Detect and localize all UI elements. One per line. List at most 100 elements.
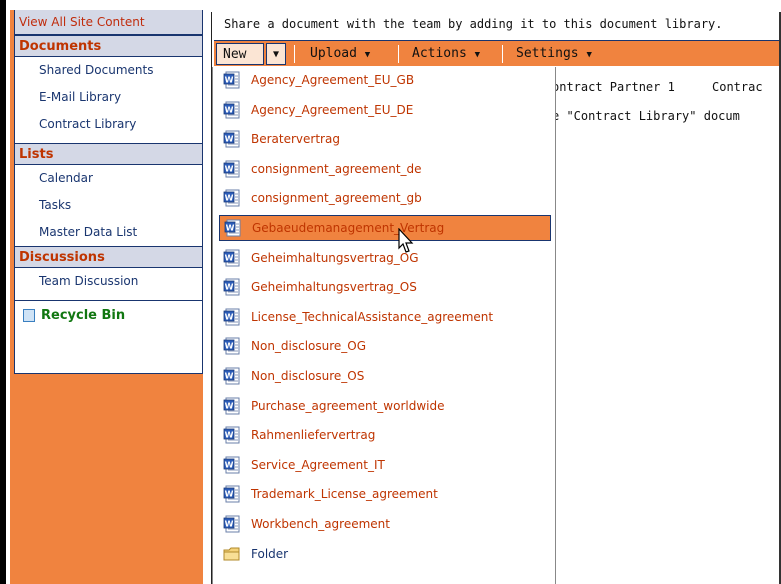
- menu-item-agency-agreement-eu-gb[interactable]: W Agency_Agreement_EU_GB: [219, 67, 551, 93]
- menu-item-label: Beratervertrag: [251, 132, 340, 147]
- svg-text:W: W: [225, 253, 234, 262]
- actions-label: Actions: [412, 46, 467, 61]
- menu-item-label: Workbench_agreement: [251, 517, 390, 531]
- new-button[interactable]: New: [216, 43, 264, 65]
- svg-text:W: W: [225, 342, 234, 351]
- menu-item-label: Agency_Agreement_EU_GB: [251, 73, 415, 87]
- menu-item-non-disclosure-og[interactable]: W Non_disclosure_OG: [219, 333, 551, 359]
- menu-item-geheimhaltungsvertrag-os[interactable]: W Geheimhaltungsvertrag_OS: [219, 274, 551, 300]
- word-document-icon: W: [223, 367, 241, 385]
- menu-item-label: Non_disclosure_OG: [251, 339, 367, 354]
- menu-item-workbench-agreement[interactable]: W Workbench_agreement: [219, 511, 551, 537]
- word-document-icon: W: [223, 101, 241, 119]
- menu-item-trademark-license-agreement[interactable]: W Trademark_License_agreement: [219, 481, 551, 507]
- toolbar-divider: [294, 45, 295, 63]
- word-document-icon: W: [223, 426, 241, 444]
- chevron-down-icon: ▼: [586, 50, 592, 60]
- view-all-site-content-link[interactable]: View All Site Content: [15, 10, 202, 35]
- menu-item-label: consignment_agreement_de: [251, 161, 422, 176]
- menu-item-label: Rahmenliefervertrag: [251, 428, 376, 443]
- column-header-contract[interactable]: Contrac: [712, 80, 763, 94]
- svg-text:W: W: [226, 224, 235, 233]
- menu-item-label: Trademark_License_agreement: [251, 487, 438, 502]
- quick-launch: View All Site Content Documents Shared D…: [14, 10, 203, 374]
- menu-item-consignment-agreement-de[interactable]: Wconsignment_agreement_de: [219, 156, 551, 182]
- settings-menu[interactable]: Settings ▼: [516, 43, 592, 65]
- menu-item-label: Geheimhaltungsvertrag_OG: [251, 250, 419, 265]
- library-toolbar: New ▼ Upload ▼ Actions ▼ Settings ▼: [214, 40, 781, 66]
- word-document-icon: W: [223, 71, 241, 89]
- menu-item-agency-agreement-eu-de[interactable]: W Agency_Agreement_EU_DE: [219, 97, 551, 123]
- word-document-icon: W: [223, 130, 241, 148]
- nav-header-lists[interactable]: Lists: [15, 143, 202, 165]
- word-document-icon: W: [223, 160, 241, 178]
- menu-item-label: Folder: [251, 546, 289, 561]
- menu-item-consignment-agreement-gb[interactable]: Wconsignment_agreement_gb: [219, 185, 551, 211]
- svg-text:W: W: [225, 283, 234, 292]
- svg-text:W: W: [225, 490, 234, 499]
- word-document-icon: W: [223, 397, 241, 415]
- mouse-cursor-icon: [398, 228, 414, 253]
- svg-text:W: W: [225, 76, 234, 85]
- nav-item-team-discussion[interactable]: Team Discussion: [15, 268, 202, 295]
- menu-item-folder[interactable]: Folder: [219, 541, 551, 567]
- menu-item-label: Non_disclosure_OS: [251, 369, 365, 383]
- new-document-menu: W Agency_Agreement_EU_GB W Agency_Agreement…: [212, 67, 556, 584]
- chevron-down-icon: ▼: [272, 49, 280, 60]
- menu-item-label: Agency_Agreement_EU_DE: [251, 102, 414, 117]
- menu-item-rahmenliefervertrag[interactable]: W Rahmenliefervertrag: [219, 422, 551, 448]
- svg-text:W: W: [225, 401, 234, 410]
- menu-item-label: Purchase_agreement_worldwide: [251, 398, 445, 413]
- nav-item-shared-documents[interactable]: Shared Documents: [15, 57, 202, 84]
- menu-item-service-agreement-it[interactable]: W Service_Agreement_IT: [219, 452, 551, 478]
- upload-menu[interactable]: Upload ▼: [310, 43, 370, 65]
- library-description: Share a document with the team by adding…: [224, 17, 723, 31]
- nav-header-discussions[interactable]: Discussions: [15, 246, 202, 268]
- menu-item-geheimhaltungsvertrag-og[interactable]: W Geheimhaltungsvertrag_OG: [219, 245, 551, 271]
- word-document-icon: W: [224, 219, 242, 237]
- svg-text:W: W: [225, 460, 234, 469]
- menu-item-license-technicalassistance-agreement[interactable]: W License_TechnicalAssistance_agreement: [219, 304, 551, 330]
- nav-item-tasks[interactable]: Tasks: [15, 192, 202, 219]
- new-dropdown-button[interactable]: ▼: [266, 43, 286, 65]
- recycle-bin-label: Recycle Bin: [41, 307, 126, 323]
- menu-item-purchase-agreement-worldwide[interactable]: W Purchase_agreement_worldwide: [219, 393, 551, 419]
- word-document-icon: W: [223, 249, 241, 267]
- quick-launch-background: View All Site Content Documents Shared D…: [10, 10, 203, 584]
- upload-label: Upload: [310, 46, 357, 61]
- menu-item-gebaeudemanagement-vertrag[interactable]: W Gebaeudemanagement_Vertrag: [219, 215, 551, 241]
- svg-text:W: W: [225, 372, 234, 381]
- svg-text:W: W: [225, 164, 234, 173]
- svg-text:W: W: [225, 105, 234, 114]
- nav-header-documents[interactable]: Documents: [15, 35, 202, 57]
- chevron-down-icon: ▼: [474, 50, 481, 60]
- actions-menu[interactable]: Actions ▼: [412, 43, 480, 65]
- folder-icon: [223, 545, 241, 563]
- menu-item-label: Geheimhaltungsvertrag_OS: [251, 280, 417, 295]
- svg-text:W: W: [225, 194, 234, 203]
- svg-text:W: W: [225, 431, 234, 440]
- svg-text:W: W: [225, 312, 234, 321]
- nav-item-calendar[interactable]: Calendar: [15, 165, 202, 192]
- toolbar-divider: [502, 45, 503, 63]
- settings-label: Settings: [516, 46, 579, 61]
- toolbar-divider: [398, 45, 399, 63]
- svg-text:W: W: [225, 135, 234, 144]
- menu-item-label: License_TechnicalAssistance_agreement: [251, 309, 494, 324]
- word-document-icon: W: [223, 485, 241, 503]
- word-document-icon: W: [223, 456, 241, 474]
- menu-item-label: consignment_agreement_gb: [251, 191, 422, 206]
- word-document-icon: W: [223, 308, 241, 326]
- recycle-bin-link[interactable]: Recycle Bin: [15, 300, 202, 330]
- menu-item-non-disclosure-os[interactable]: W Non_disclosure_OS: [219, 363, 551, 389]
- nav-item-contract-library[interactable]: Contract Library: [15, 111, 202, 138]
- recycle-bin-icon: [23, 309, 35, 322]
- word-document-icon: W: [223, 337, 241, 355]
- column-header-contract-partner[interactable]: ontract Partner 1: [552, 80, 675, 94]
- nav-item-email-library[interactable]: E-Mail Library: [15, 84, 202, 111]
- nav-item-master-data-list[interactable]: Master Data List: [15, 219, 202, 246]
- svg-text:W: W: [225, 520, 234, 529]
- menu-item-label: Service_Agreement_IT: [251, 457, 385, 472]
- menu-item-beratervertrag[interactable]: W Beratervertrag: [219, 126, 551, 152]
- empty-library-message: e "Contract Library" docum: [552, 109, 740, 123]
